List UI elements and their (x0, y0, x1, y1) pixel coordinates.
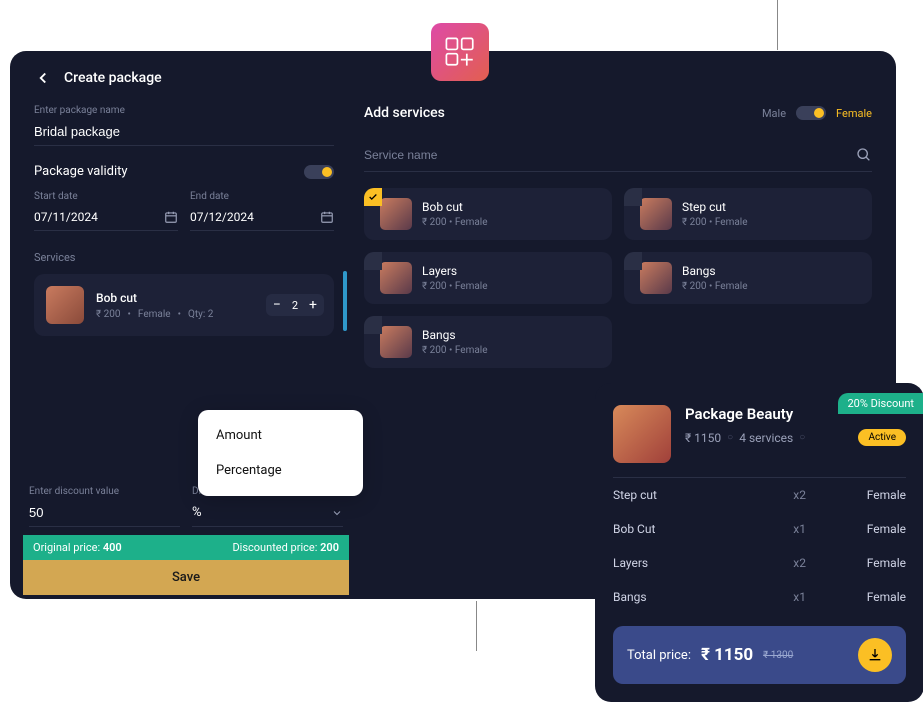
service-search-input[interactable] (364, 148, 856, 162)
end-date-value: 07/12/2024 (190, 210, 254, 224)
discount-type-dropdown: Amount Percentage (198, 410, 363, 496)
end-date-input[interactable]: 07/12/2024 (190, 206, 334, 231)
service-card[interactable]: Bob cut₹ 200 • Female (364, 188, 612, 240)
total-label: Total price: (627, 648, 691, 663)
qty-value: 2 (286, 299, 304, 312)
qty-increment-button[interactable]: + (304, 296, 322, 314)
service-card-name: Layers (422, 264, 488, 278)
scrollbar[interactable] (343, 271, 347, 331)
original-price: 400 (103, 541, 122, 554)
check-icon (364, 188, 382, 206)
qty-decrement-button[interactable]: − (268, 296, 286, 314)
service-thumbnail (640, 198, 672, 230)
form-column: Enter package name Package validity Star… (34, 105, 334, 368)
package-line: Bangsx1Female (613, 580, 906, 614)
package-line: Step cutx2Female (613, 478, 906, 512)
gender-toggle[interactable] (796, 106, 826, 120)
discount-value-input[interactable] (29, 501, 180, 527)
decorative-line (476, 601, 477, 651)
end-date-label: End date (190, 191, 334, 202)
service-thumbnail (46, 286, 84, 324)
start-date-input[interactable]: 07/11/2024 (34, 206, 178, 231)
page-title: Create package (64, 70, 162, 86)
package-preview-card: 20% Discount Package Beauty ₹ 1150 ○ 4 s… (595, 383, 923, 702)
app-icon (431, 23, 489, 81)
decorative-line (777, 0, 778, 50)
male-label: Male (762, 107, 786, 120)
package-name-label: Enter package name (34, 105, 334, 116)
dropdown-option-amount[interactable]: Amount (198, 418, 363, 453)
validity-toggle[interactable] (304, 165, 334, 179)
discount-type-value: % (192, 505, 202, 520)
service-thumbnail (380, 198, 412, 230)
check-icon (624, 188, 642, 206)
validity-label: Package validity (34, 164, 128, 179)
service-card-name: Bob cut (422, 200, 488, 214)
package-price: ₹ 1150 (685, 431, 721, 445)
discount-type-select[interactable]: % (192, 501, 343, 527)
price-summary-bar: Original price: 400 Discounted price: 20… (23, 535, 349, 560)
discount-value-label: Enter discount value (29, 486, 180, 497)
download-icon (867, 647, 883, 663)
chevron-down-icon (331, 507, 343, 519)
active-badge: Active (858, 429, 906, 446)
dropdown-option-percentage[interactable]: Percentage (198, 453, 363, 488)
discount-ribbon: 20% Discount (838, 393, 923, 414)
total-price-bar: Total price: ₹ 1150 ₹ 1300 (613, 626, 906, 684)
add-services-title: Add services (364, 105, 445, 121)
package-services-count: 4 services (739, 431, 793, 445)
services-grid: Bob cut₹ 200 • Female Step cut₹ 200 • Fe… (364, 188, 872, 368)
discount-section: Enter discount value Discount type % Ori… (23, 486, 349, 595)
service-card[interactable]: Step cut₹ 200 • Female (624, 188, 872, 240)
total-price: ₹ 1150 (701, 645, 753, 665)
search-icon[interactable] (856, 147, 872, 163)
service-card-name: Bangs (422, 328, 488, 342)
package-thumbnail (613, 405, 671, 463)
original-price-label: Original price: (33, 541, 100, 554)
selected-service-item: Bob cut ₹ 200 Female Qty: 2 − 2 + (34, 274, 334, 336)
service-qty-label: Qty: 2 (188, 309, 213, 320)
services-section-label: Services (34, 251, 334, 264)
check-icon (364, 316, 382, 334)
service-card-name: Bangs (682, 264, 748, 278)
discounted-price-label: Discounted price: (232, 541, 317, 554)
start-date-value: 07/11/2024 (34, 210, 98, 224)
package-name-input[interactable] (34, 120, 334, 146)
female-label: Female (836, 107, 872, 120)
package-lines: Step cutx2Female Bob Cutx1Female Layersx… (613, 478, 906, 614)
total-original-price: ₹ 1300 (763, 650, 793, 661)
service-thumbnail (380, 262, 412, 294)
service-gender: Female (138, 309, 171, 320)
gender-toggle-group: Male Female (762, 106, 872, 120)
service-card[interactable]: Layers₹ 200 • Female (364, 252, 612, 304)
start-date-label: Start date (34, 191, 178, 202)
check-icon (624, 252, 642, 270)
calendar-icon (164, 210, 178, 224)
service-thumbnail (640, 262, 672, 294)
back-icon[interactable] (34, 69, 52, 87)
service-card[interactable]: Bangs₹ 200 • Female (624, 252, 872, 304)
check-icon (364, 252, 382, 270)
service-thumbnail (380, 326, 412, 358)
service-card-name: Step cut (682, 200, 748, 214)
service-card[interactable]: Bangs₹ 200 • Female (364, 316, 612, 368)
package-line: Layersx2Female (613, 546, 906, 580)
package-line: Bob Cutx1Female (613, 512, 906, 546)
discounted-price: 200 (320, 541, 339, 554)
quantity-stepper: − 2 + (266, 294, 324, 316)
save-button[interactable]: Save (23, 560, 349, 595)
download-button[interactable] (858, 638, 892, 672)
calendar-icon (320, 210, 334, 224)
service-price: ₹ 200 (96, 309, 121, 320)
add-services-column: Add services Male Female Bob cut₹ 200 • … (364, 105, 872, 368)
